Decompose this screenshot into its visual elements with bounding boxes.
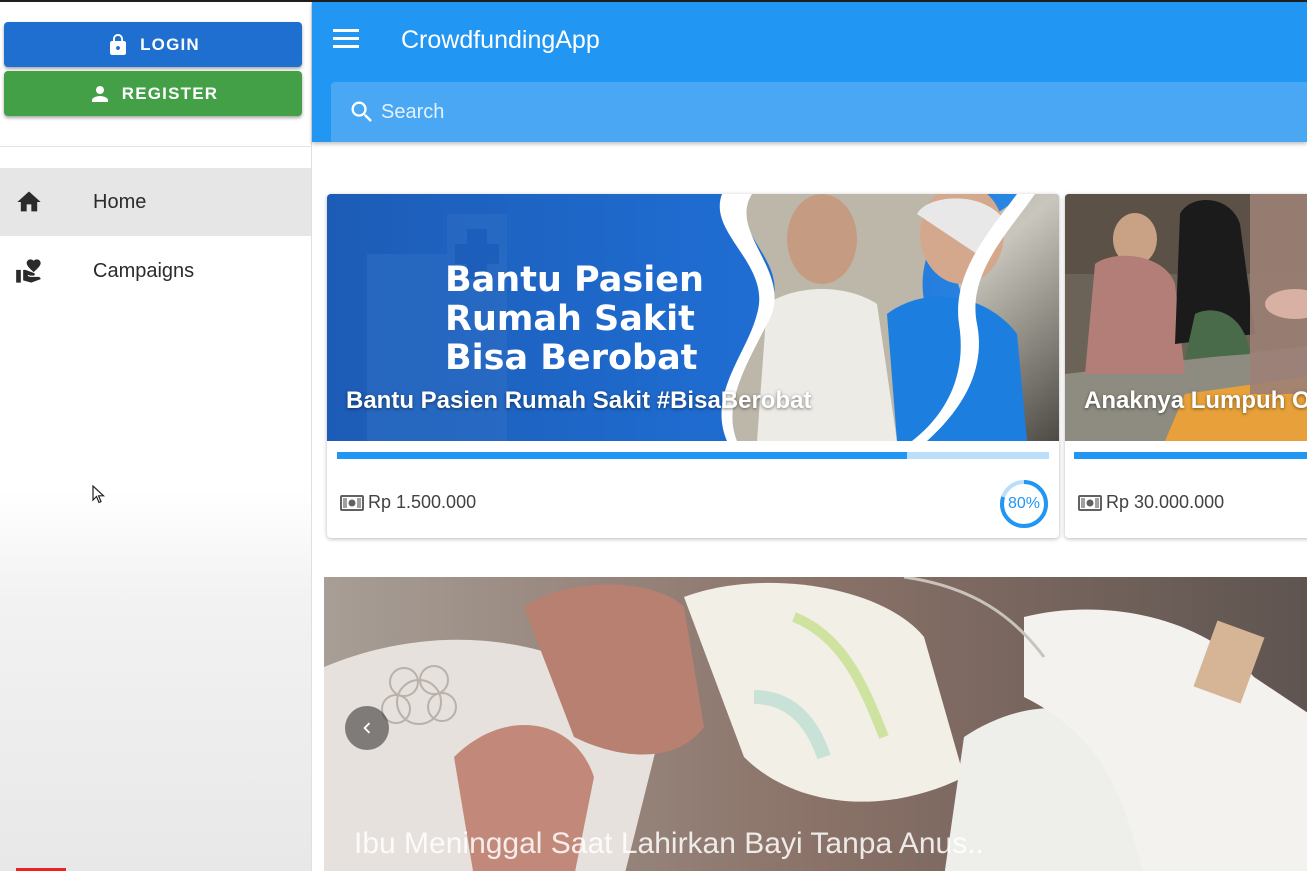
campaign-progress-bar [337,452,1049,459]
campaign-progress-fill [1074,452,1307,459]
person-icon [91,85,108,102]
sidebar-item-campaigns[interactable]: Campaigns [0,237,311,305]
chevron-left-icon [363,722,371,734]
campaign-percent-label: 80% [1007,495,1041,512]
lock-icon [110,33,127,55]
sidebar-item-home[interactable]: Home [0,168,311,236]
app-bar: CrowdfundingApp [312,2,1307,142]
navigation-drawer: LOGIN REGISTER Home Campaigns [0,0,312,871]
campaign-amount-text: Rp 1.500.000 [368,492,477,512]
login-button[interactable]: LOGIN [4,22,302,67]
campaign-amount: Rp 30.000.000 [1078,492,1224,513]
featured-carousel[interactable]: Ibu Meninggal Saat Lahirkan Bayi Tanpa A… [324,577,1307,871]
app-title: CrowdfundingApp [401,26,600,54]
search-input[interactable] [381,94,981,130]
search-bar[interactable] [331,82,1307,142]
money-icon [340,494,364,511]
featured-title: Ibu Meninggal Saat Lahirkan Bayi Tanpa A… [354,827,984,860]
campaign-image-headline-line: Bisa Berobat [445,338,697,378]
volunteer-icon [16,259,41,283]
sidebar-item-label: Campaigns [93,259,195,282]
campaign-card[interactable]: Anaknya Lumpuh Ot Rp 30.000.000 [1065,194,1307,538]
campaign-image-headline-line: Rumah Sakit [445,299,695,339]
campaign-amount: Rp 1.500.000 [340,492,476,513]
campaign-image-headline-line: Bantu Pasien [445,260,704,300]
campaign-title: Bantu Pasien Rumah Sakit #BisaBerobat [346,387,812,414]
home-icon [17,191,41,212]
sidebar-divider [0,146,312,147]
window-top-edge [0,0,1307,2]
register-button-label: REGISTER [121,83,219,103]
carousel-prev-button[interactable] [345,706,389,750]
hamburger-menu-icon[interactable] [333,29,361,53]
money-icon [1078,494,1102,511]
campaign-card[interactable]: Bantu Pasien Rumah Sakit Bisa Berobat Ba… [327,194,1059,538]
campaign-progress-bar [1074,452,1307,459]
mouse-cursor-icon [92,485,106,504]
campaign-title: Anaknya Lumpuh Ot [1084,387,1307,414]
campaign-amount-text: Rp 30.000.000 [1106,492,1225,512]
search-icon [351,101,372,122]
login-button-label: LOGIN [140,34,200,54]
campaign-progress-fill [337,452,907,459]
register-button[interactable]: REGISTER [4,71,302,116]
sidebar-item-label: Home [93,190,147,213]
